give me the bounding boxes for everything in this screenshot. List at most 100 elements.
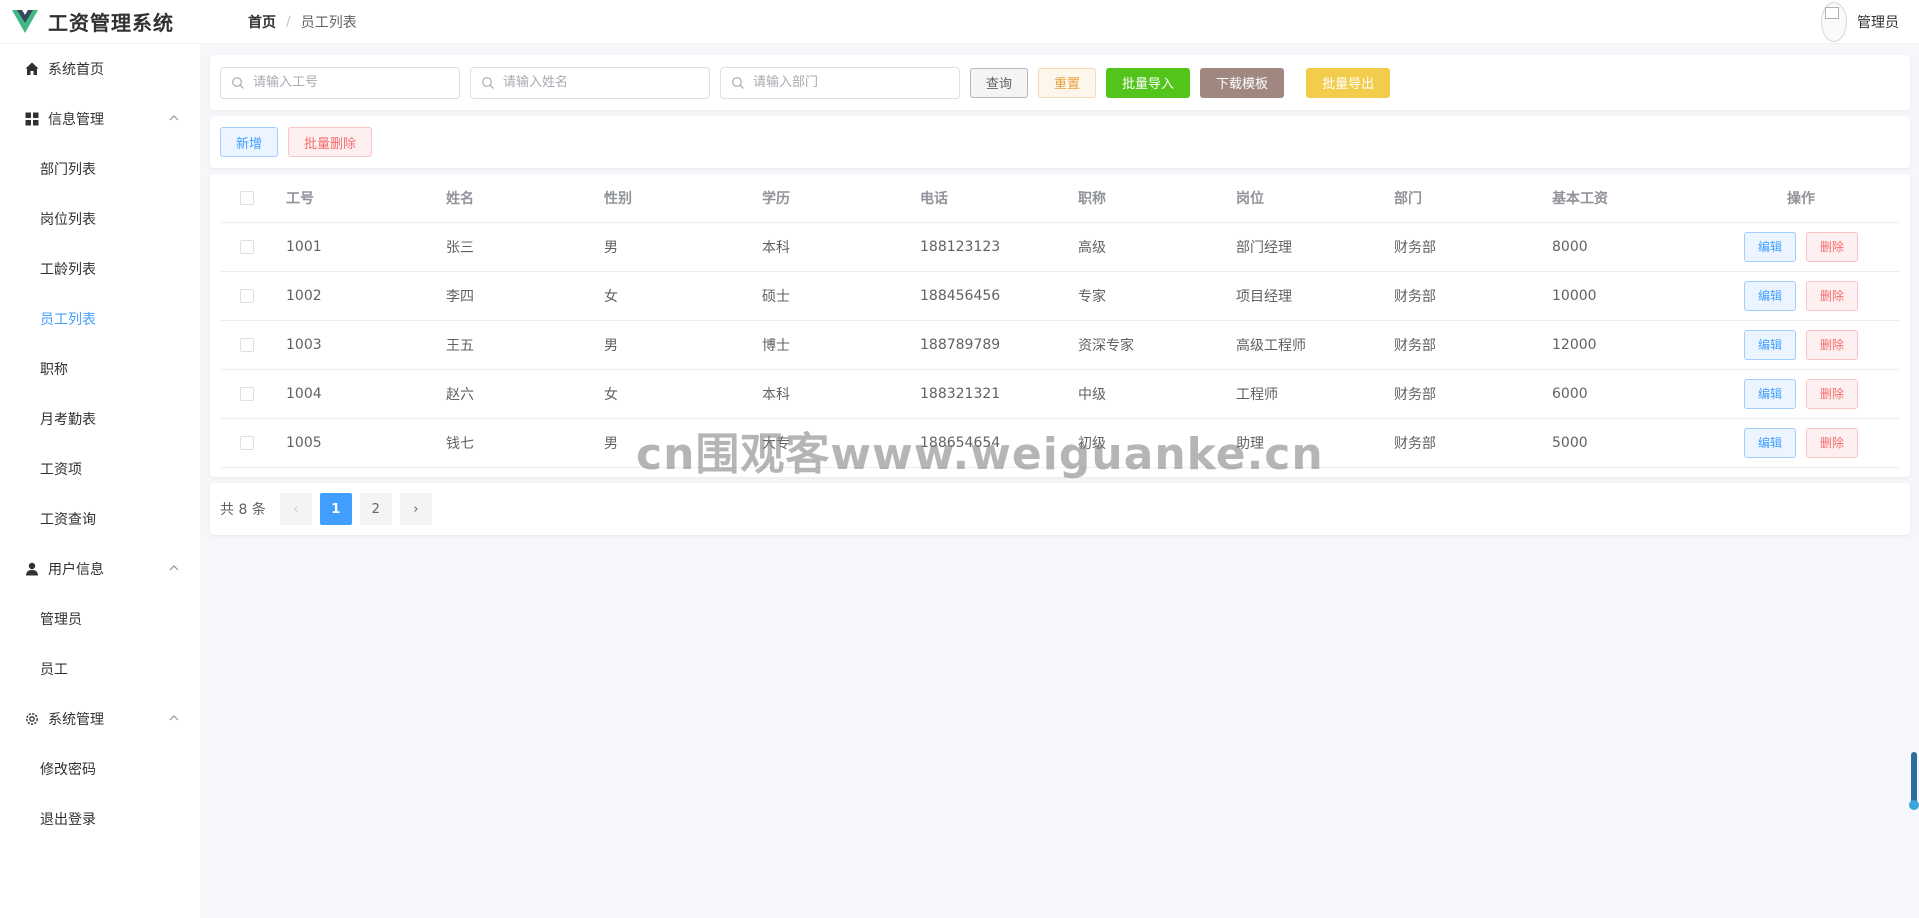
sidebar-item-attendance[interactable]: 月考勤表 [0,394,200,444]
search-name-field[interactable] [470,66,710,99]
column-header: 电话 [920,174,1078,223]
table-row: 1004 赵六 女 本科 188321321 中级 工程师 财务部 6000 编… [220,369,1900,419]
app-logo[interactable]: 工资管理系统 [0,0,200,44]
sidebar-item-dept-list[interactable]: 部门列表 [0,144,200,194]
cell-name: 张三 [446,222,604,272]
column-header: 操作 [1702,174,1900,223]
search-name-input[interactable] [503,75,709,90]
sidebar-item-logout[interactable]: 退出登录 [0,794,200,844]
search-dept-field[interactable] [720,66,960,99]
gear-icon [24,711,40,727]
sidebar-item-label: 员工 [40,662,68,678]
sidebar-item-employee[interactable]: 员工 [0,644,200,694]
row-checkbox[interactable] [240,288,254,303]
delete-button[interactable]: 删除 [1806,231,1859,262]
prev-page-button[interactable]: ‹ [279,493,312,525]
query-button[interactable]: 查询 [970,67,1029,98]
search-dept-input[interactable] [753,75,959,90]
batch-export-button[interactable]: 批量导出 [1306,67,1391,98]
add-button[interactable]: 新增 [220,127,279,157]
edit-button[interactable]: 编辑 [1743,280,1796,311]
column-header: 基本工资 [1552,174,1702,223]
sidebar-item-label: 工资项 [40,462,82,478]
edit-button[interactable]: 编辑 [1743,231,1796,262]
search-id-field[interactable] [220,66,460,99]
search-id-input[interactable] [253,75,459,90]
sidebar-group-label: 系统管理 [48,712,104,728]
action-toolbar: 新增 批量删除 [210,116,1910,168]
cell-salary: 5000 [1552,418,1702,468]
row-checkbox[interactable] [240,239,254,254]
column-header: 岗位 [1236,174,1394,223]
sidebar-item-label: 修改密码 [40,762,96,778]
cell-id: 1003 [286,320,446,370]
sidebar-group-info[interactable]: 信息管理 [0,94,200,144]
column-header: 性别 [604,174,762,223]
sidebar-item-employee-list[interactable]: 员工列表 [0,294,200,344]
sidebar-item-admin[interactable]: 管理员 [0,594,200,644]
user-icon [24,561,40,577]
user-menu[interactable]: 管理员 [1821,0,1899,44]
cell-dept: 财务部 [1394,418,1552,468]
select-all-checkbox[interactable] [240,190,254,205]
page-button-2[interactable]: 2 [359,493,392,525]
cell-id: 1002 [286,271,446,321]
batch-import-button[interactable]: 批量导入 [1106,67,1191,98]
cell-gender: 女 [604,369,762,419]
cell-phone: 188654654 [920,418,1078,468]
sidebar-item-change-password[interactable]: 修改密码 [0,744,200,794]
cell-phone: 188321321 [920,369,1078,419]
batch-delete-button[interactable]: 批量删除 [288,127,373,157]
sidebar-group-system[interactable]: 系统管理 [0,694,200,744]
edit-button[interactable]: 编辑 [1743,378,1796,409]
edit-button[interactable]: 编辑 [1743,329,1796,360]
search-bar: 查询 重置 批量导入 下载模板 批量导出 [210,55,1910,110]
row-checkbox[interactable] [240,435,254,450]
sidebar-item-home[interactable]: 系统首页 [0,44,200,94]
sidebar-item-seniority-list[interactable]: 工龄列表 [0,244,200,294]
page-button-1[interactable]: 1 [319,493,352,525]
table-row: 1005 钱七 男 大专 188654654 初级 助理 财务部 5000 编辑… [220,418,1900,468]
download-template-button[interactable]: 下载模板 [1200,67,1285,98]
next-page-button[interactable]: › [399,493,432,525]
row-checkbox[interactable] [240,386,254,401]
sidebar-item-salary-query[interactable]: 工资查询 [0,494,200,544]
sidebar-item-label: 部门列表 [40,162,96,178]
breadcrumb-separator: / [286,13,291,30]
reset-button[interactable]: 重置 [1038,67,1097,98]
avatar[interactable] [1821,2,1847,42]
sidebar-item-label: 系统首页 [48,62,104,78]
delete-button[interactable]: 删除 [1806,427,1859,458]
cell-education: 本科 [762,222,920,272]
user-name[interactable]: 管理员 [1857,12,1899,32]
cell-id: 1004 [286,369,446,419]
cell-title: 中级 [1078,369,1236,419]
delete-button[interactable]: 删除 [1806,378,1859,409]
chevron-up-icon [169,715,179,721]
scrollbar-handle[interactable] [1909,752,1919,810]
sidebar-item-job-title[interactable]: 职称 [0,344,200,394]
cell-phone: 188123123 [920,222,1078,272]
sidebar-group-label: 信息管理 [48,112,104,128]
cell-education: 博士 [762,320,920,370]
cell-gender: 女 [604,271,762,321]
row-checkbox[interactable] [240,337,254,352]
cell-name: 王五 [446,320,604,370]
cell-salary: 6000 [1552,369,1702,419]
delete-button[interactable]: 删除 [1806,280,1859,311]
delete-button[interactable]: 删除 [1806,329,1859,360]
cell-salary: 10000 [1552,271,1702,321]
cell-title: 专家 [1078,271,1236,321]
column-header: 工号 [286,174,446,223]
sidebar-item-post-list[interactable]: 岗位列表 [0,194,200,244]
sidebar-group-user[interactable]: 用户信息 [0,544,200,594]
sidebar-item-label: 职称 [40,362,68,378]
search-icon [732,76,744,89]
breadcrumb-home[interactable]: 首页 [248,12,276,32]
edit-button[interactable]: 编辑 [1743,427,1796,458]
cell-post: 高级工程师 [1236,320,1394,370]
table-header-row: 工号 姓名 性别 学历 电话 职称 岗位 部门 基本工资 操作 [220,174,1900,223]
cell-gender: 男 [604,320,762,370]
sidebar-item-salary-items[interactable]: 工资项 [0,444,200,494]
sidebar-group-label: 用户信息 [48,562,104,578]
